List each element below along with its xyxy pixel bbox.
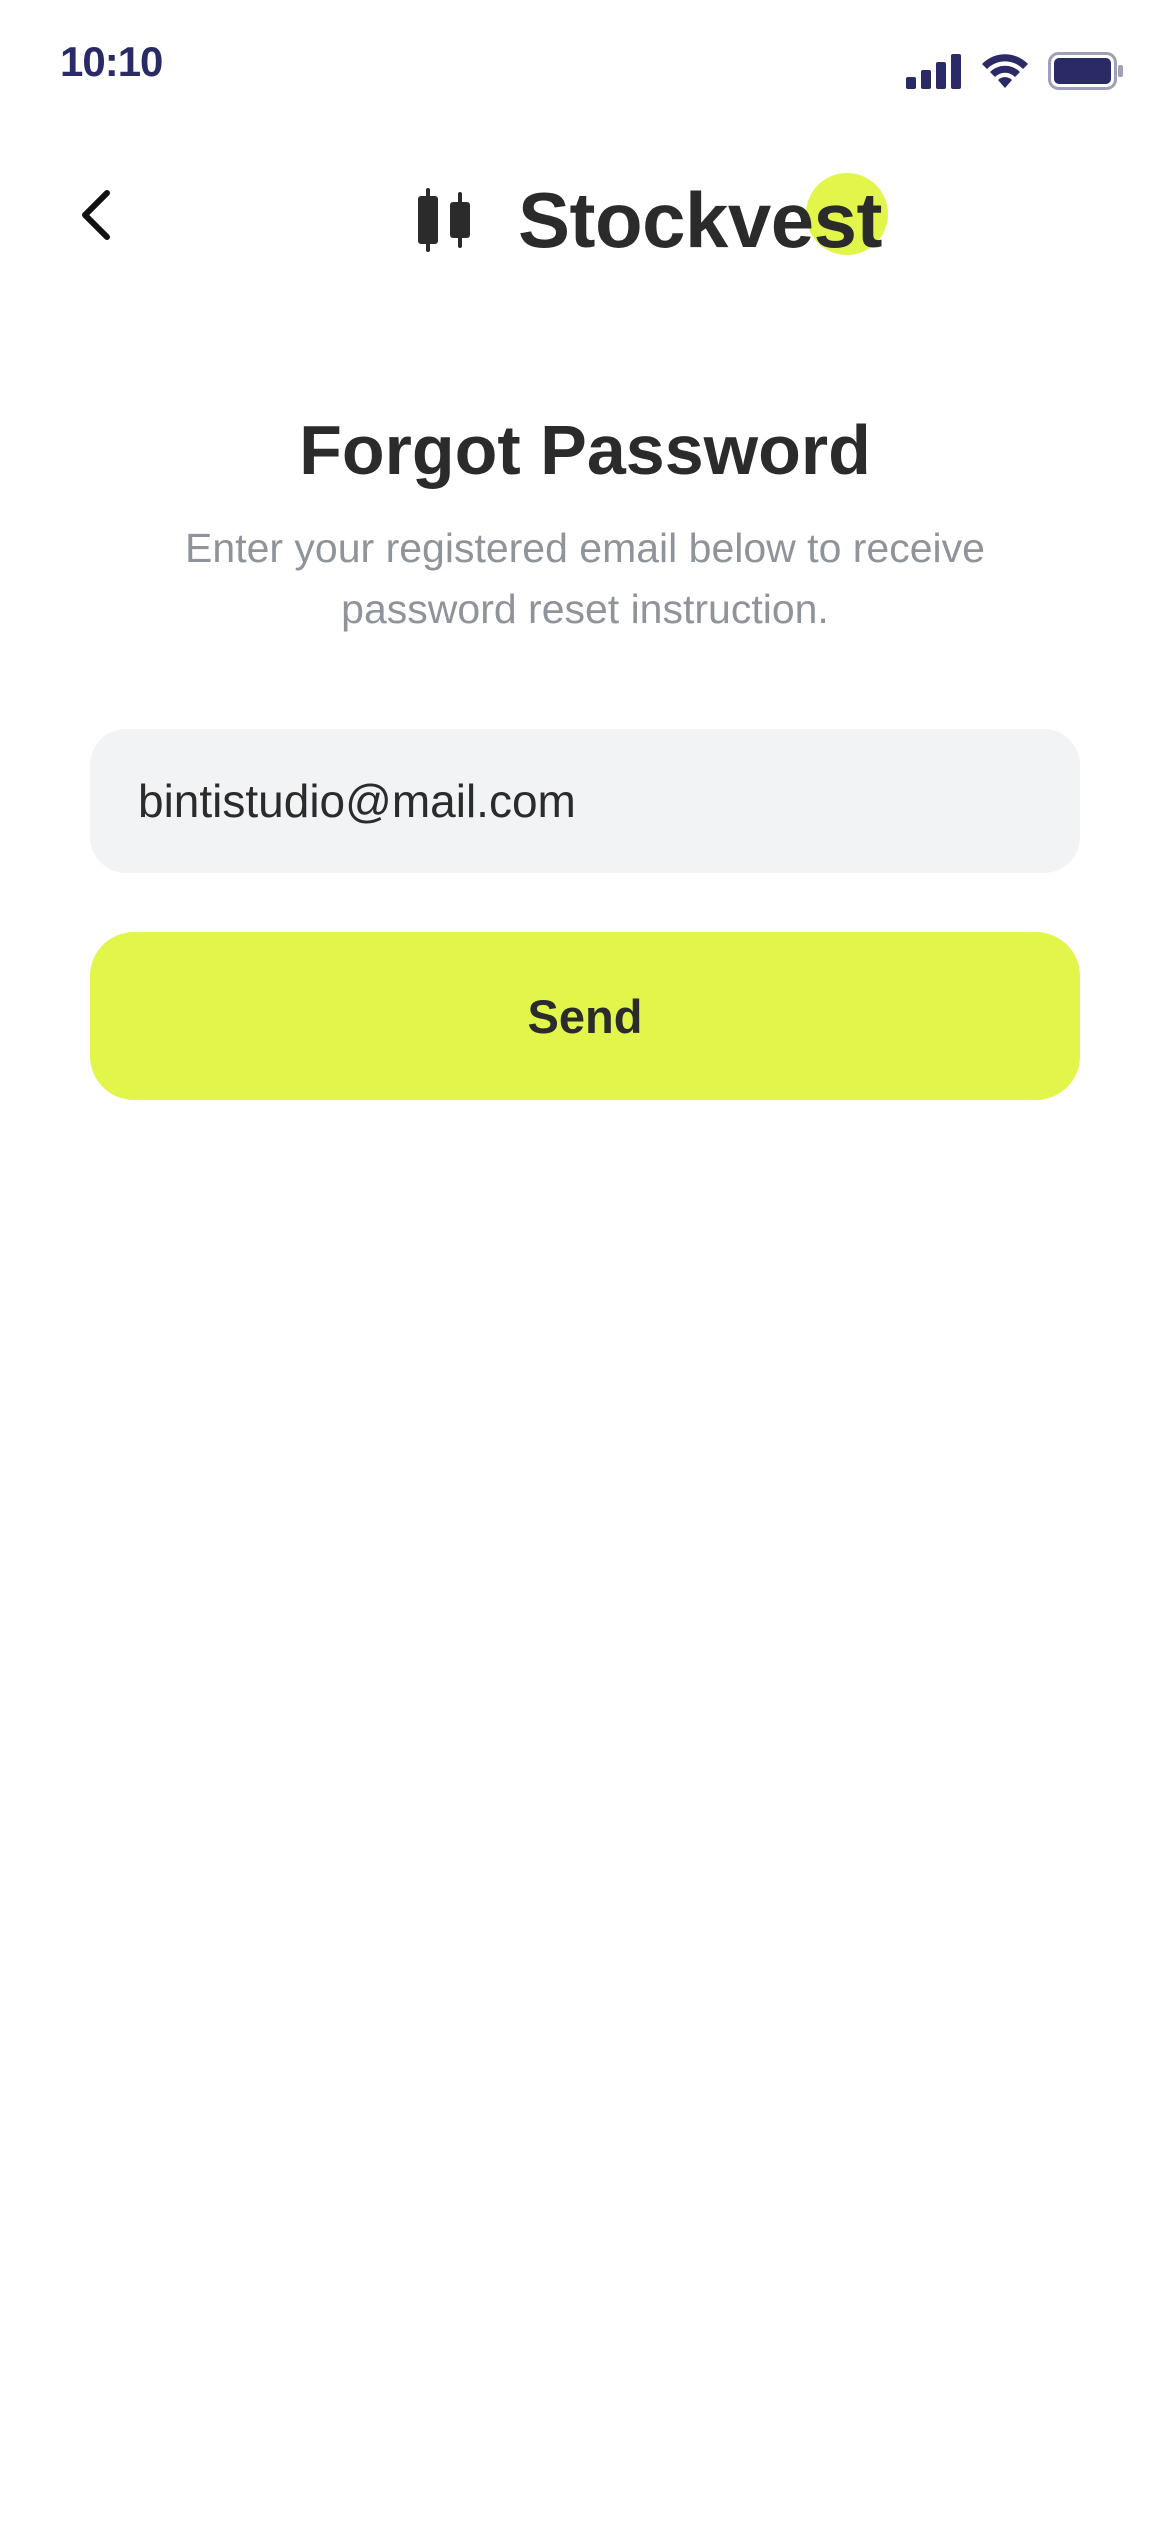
- logo: Stockvest: [412, 170, 889, 270]
- status-bar: 10:10: [0, 0, 1170, 130]
- status-time: 10:10: [60, 38, 163, 85]
- logo-text: Stockvest: [518, 176, 883, 264]
- status-icons: [906, 52, 1124, 95]
- chevron-left-icon: [77, 189, 117, 246]
- candlestick-icon: [412, 188, 476, 252]
- battery-icon: [1048, 52, 1124, 95]
- page-subtitle: Enter your registered email below to rec…: [185, 525, 985, 632]
- email-input[interactable]: [138, 774, 1032, 828]
- page-title: Forgot Password: [299, 411, 871, 489]
- cellular-signal-icon: [906, 53, 962, 94]
- wifi-icon: [980, 52, 1030, 95]
- email-field[interactable]: [90, 729, 1080, 873]
- send-button[interactable]: Send: [90, 932, 1080, 1100]
- logo-wordmark: Stockvest: [518, 173, 889, 259]
- back-button[interactable]: [66, 186, 128, 248]
